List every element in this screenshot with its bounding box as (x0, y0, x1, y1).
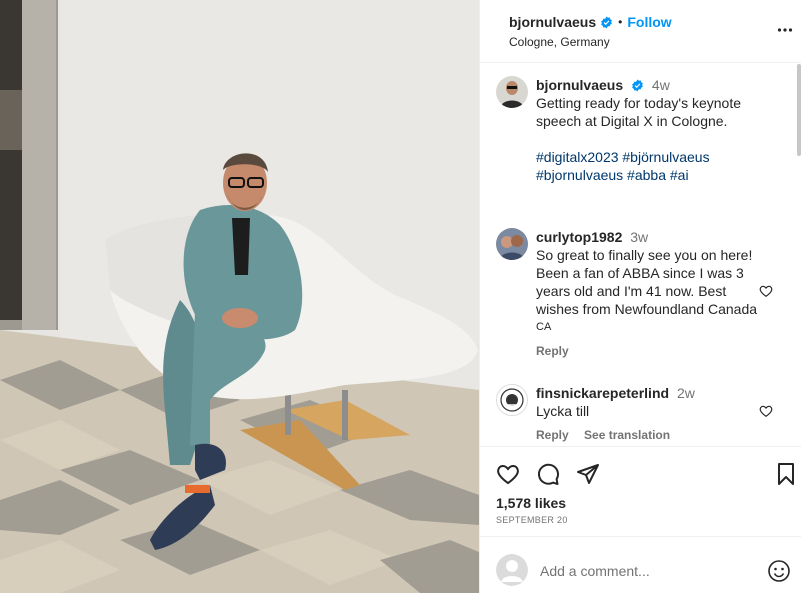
add-comment-input[interactable]: Add a comment... (540, 563, 650, 579)
comments-scrollbar[interactable] (797, 64, 801, 156)
caption-hashtags-1[interactable]: #digitalx2023 #björnulvaeus (536, 148, 773, 166)
comment-flag: CA (536, 321, 552, 333)
bookmark-icon[interactable] (774, 462, 798, 486)
heart-icon[interactable] (496, 462, 520, 486)
comment-time[interactable]: 2w (677, 385, 695, 401)
see-translation-button[interactable]: See translation (584, 428, 670, 442)
comment-like-heart-icon[interactable] (759, 404, 773, 418)
post-caption: bjornulvaeus 4w Getting ready for today'… (496, 76, 773, 184)
caption-text: Getting ready for today's keynote speech… (536, 95, 742, 129)
current-user-avatar (496, 554, 528, 586)
avatar[interactable] (496, 384, 528, 416)
reply-button[interactable]: Reply (536, 344, 569, 358)
add-comment-bar: Add a comment... (480, 536, 801, 593)
post-photo[interactable] (0, 0, 479, 593)
comment-text: So great to finally see you on here! Bee… (536, 247, 758, 317)
verified-badge-icon (631, 78, 644, 92)
post-actions-bar: 1,578 likes SEPTEMBER 20 (480, 446, 801, 536)
post-dialog: bjornulvaeus • Follow Cologne, Germany b (0, 0, 801, 593)
avatar[interactable] (496, 76, 528, 108)
emoji-icon[interactable] (767, 559, 791, 583)
post-header: bjornulvaeus • Follow Cologne, Germany (480, 0, 801, 63)
comment-item: finsnickarepeterlind 2w Lycka till Reply… (496, 384, 773, 442)
author-username[interactable]: bjornulvaeus (509, 14, 596, 30)
follow-button[interactable]: Follow (627, 14, 671, 30)
more-options-icon[interactable] (777, 22, 793, 38)
caption-hashtags-2[interactable]: #bjornulvaeus #abba #ai (536, 166, 773, 184)
reply-button[interactable]: Reply (536, 428, 569, 442)
caption-time[interactable]: 4w (652, 77, 670, 93)
caption-username[interactable]: bjornulvaeus (536, 77, 623, 93)
avatar[interactable] (496, 228, 528, 260)
comment-username[interactable]: curlytop1982 (536, 229, 622, 245)
separator-dot: • (618, 15, 623, 29)
comment-item: curlytop1982 3w So great to finally see … (496, 228, 773, 358)
post-side-panel: bjornulvaeus • Follow Cologne, Germany b (479, 0, 801, 593)
share-icon[interactable] (576, 462, 600, 486)
comment-username[interactable]: finsnickarepeterlind (536, 385, 669, 401)
post-date[interactable]: SEPTEMBER 20 (496, 515, 568, 525)
comments-list[interactable]: bjornulvaeus 4w Getting ready for today'… (480, 64, 801, 446)
comment-like-heart-icon[interactable] (759, 284, 773, 298)
comment-text: Lycka till (536, 403, 590, 419)
likes-count[interactable]: 1,578 likes (496, 495, 566, 511)
comment-icon[interactable] (536, 462, 560, 486)
comment-time[interactable]: 3w (630, 229, 648, 245)
verified-badge-icon (600, 16, 613, 29)
post-location[interactable]: Cologne, Germany (509, 35, 801, 49)
